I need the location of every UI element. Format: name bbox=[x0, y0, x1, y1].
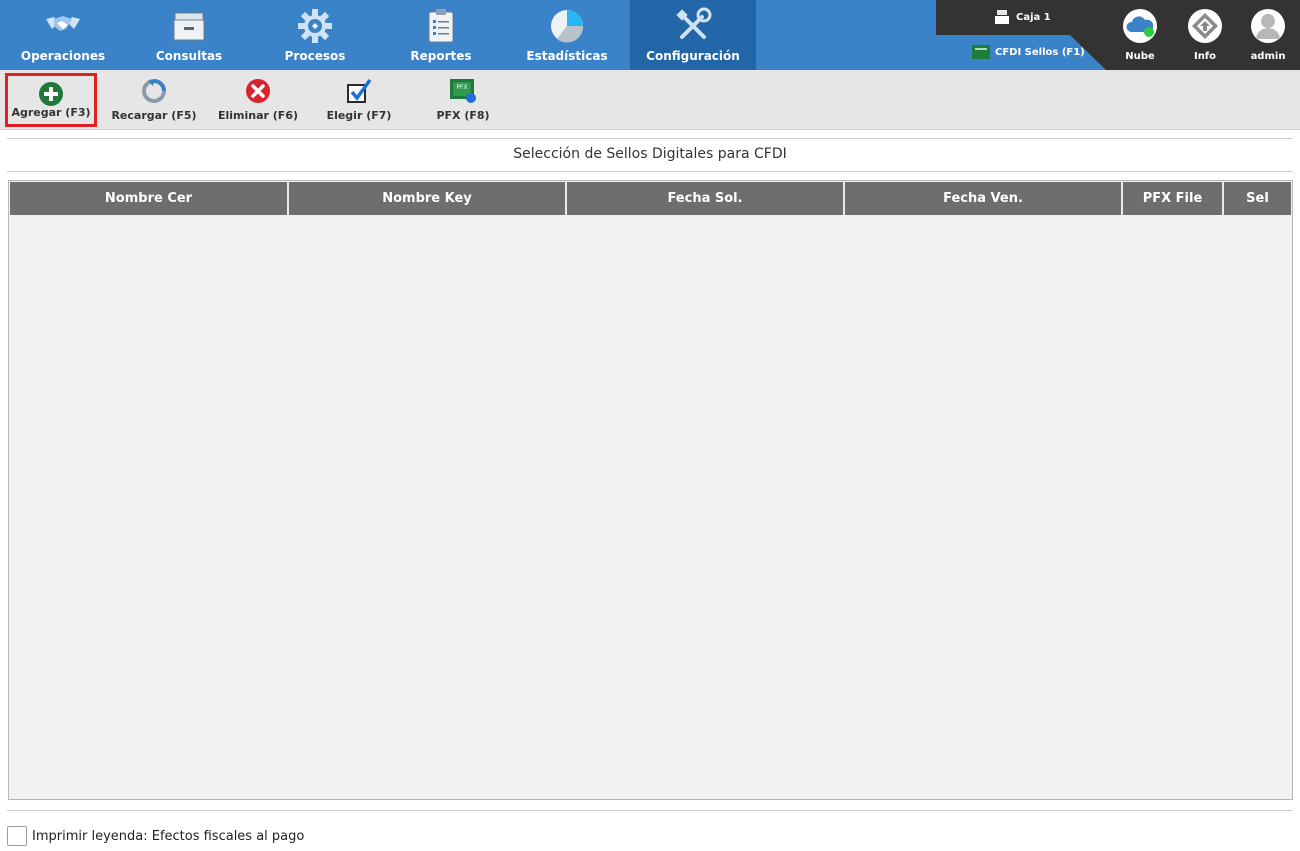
user-button[interactable]: admin bbox=[1236, 0, 1300, 70]
archive-box-icon bbox=[170, 7, 208, 45]
divider bbox=[7, 138, 1293, 139]
reload-icon bbox=[140, 77, 168, 105]
user-avatar-icon bbox=[1250, 8, 1286, 44]
agregar-button[interactable]: Agregar (F3) bbox=[5, 73, 97, 127]
tab-label: Operaciones bbox=[20, 49, 106, 63]
eliminar-label: Eliminar (F6) bbox=[217, 109, 299, 122]
tab-estadisticas[interactable]: Estadísticas bbox=[504, 0, 630, 70]
info-label: Info bbox=[1193, 51, 1217, 62]
top-navigation-bar: Operaciones Consultas Procesos Reportes … bbox=[0, 0, 1300, 70]
checkbox-check-icon bbox=[345, 77, 373, 105]
info-button[interactable]: Info bbox=[1173, 0, 1237, 70]
cloud-icon bbox=[1122, 8, 1158, 44]
divider bbox=[7, 810, 1293, 811]
nube-label: Nube bbox=[1125, 51, 1155, 62]
column-header-fecha-ven[interactable]: Fecha Ven. bbox=[845, 182, 1123, 215]
pie-chart-icon bbox=[548, 7, 586, 45]
clipboard-list-icon bbox=[422, 7, 460, 45]
add-circle-icon bbox=[37, 80, 65, 108]
imprimir-leyenda-checkbox[interactable] bbox=[7, 826, 27, 846]
cfdi-sellos-label: CFDI Sellos (F1) bbox=[995, 46, 1085, 58]
divider bbox=[7, 171, 1293, 172]
pfx-file-icon: PFX bbox=[449, 77, 477, 105]
caja-indicator: Caja 1 bbox=[994, 8, 1051, 26]
table-header: Nombre Cer Nombre Key Fecha Sol. Fecha V… bbox=[10, 182, 1291, 215]
nube-button[interactable]: Nube bbox=[1108, 0, 1172, 70]
tab-label: Consultas bbox=[155, 49, 223, 63]
recargar-label: Recargar (F5) bbox=[111, 109, 197, 122]
info-diamond-icon bbox=[1187, 8, 1223, 44]
certificate-icon bbox=[972, 45, 990, 59]
caja-label: Caja 1 bbox=[1016, 11, 1051, 23]
handshake-icon bbox=[44, 7, 82, 45]
imprimir-leyenda-toggle[interactable]: Imprimir leyenda: Efectos fiscales al pa… bbox=[7, 826, 304, 846]
elegir-label: Elegir (F7) bbox=[326, 109, 392, 122]
delete-circle-icon bbox=[244, 77, 272, 105]
tab-configuracion[interactable]: Configuración bbox=[630, 0, 756, 70]
svg-text:PFX: PFX bbox=[456, 84, 467, 91]
sellos-table[interactable]: Nombre Cer Nombre Key Fecha Sol. Fecha V… bbox=[8, 180, 1293, 800]
tab-label: Estadísticas bbox=[526, 49, 608, 63]
recargar-button[interactable]: Recargar (F5) bbox=[108, 73, 200, 127]
tools-icon bbox=[674, 7, 712, 45]
pfx-button[interactable]: PFX PFX (F8) bbox=[418, 73, 508, 127]
cash-register-icon bbox=[995, 10, 1009, 24]
column-header-nombre-key[interactable]: Nombre Key bbox=[289, 182, 567, 215]
column-header-pfx-file[interactable]: PFX File bbox=[1123, 182, 1224, 215]
tab-label: Reportes bbox=[410, 49, 472, 63]
elegir-button[interactable]: Elegir (F7) bbox=[314, 73, 404, 127]
column-header-nombre-cer[interactable]: Nombre Cer bbox=[10, 182, 289, 215]
column-header-fecha-sol[interactable]: Fecha Sol. bbox=[567, 182, 845, 215]
tab-label: Configuración bbox=[646, 49, 740, 63]
user-label: admin bbox=[1250, 51, 1286, 62]
gear-icon bbox=[296, 7, 334, 45]
eliminar-button[interactable]: Eliminar (F6) bbox=[212, 73, 304, 127]
imprimir-leyenda-label: Imprimir leyenda: Efectos fiscales al pa… bbox=[32, 828, 305, 844]
page-title: Selección de Sellos Digitales para CFDI bbox=[513, 146, 787, 162]
tab-reportes[interactable]: Reportes bbox=[378, 0, 504, 70]
tab-procesos[interactable]: Procesos bbox=[252, 0, 378, 70]
pfx-label: PFX (F8) bbox=[436, 109, 490, 122]
tab-consultas[interactable]: Consultas bbox=[126, 0, 252, 70]
column-header-sel[interactable]: Sel bbox=[1224, 182, 1291, 215]
toolbar: Agregar (F3) Recargar (F5) Eliminar (F6) bbox=[0, 70, 1300, 130]
tab-operaciones[interactable]: Operaciones bbox=[0, 0, 126, 70]
tab-label: Procesos bbox=[284, 49, 346, 63]
cfdi-sellos-button[interactable]: CFDI Sellos (F1) bbox=[972, 43, 1085, 61]
agregar-label: Agregar (F3) bbox=[11, 106, 91, 119]
